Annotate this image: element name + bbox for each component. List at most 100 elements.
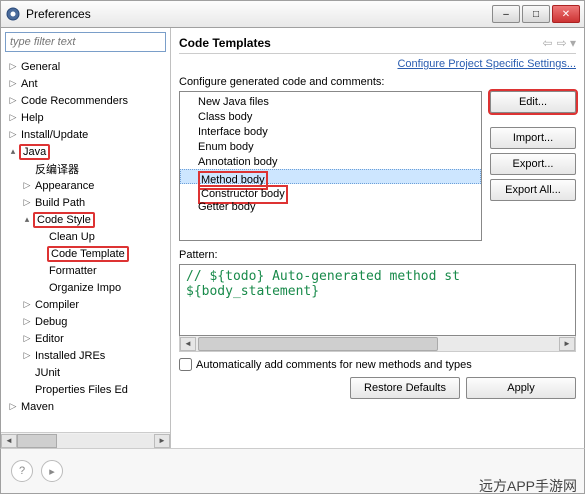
twisty-icon[interactable]: ▷ [7,78,19,90]
button-column: Edit... Import... Export... Export All..… [490,91,576,241]
tree-node[interactable]: ▴Code Style [19,211,170,228]
twisty-icon[interactable]: ▷ [21,316,33,328]
tree-node-label: General [19,61,62,73]
tree-hscrollbar[interactable]: ◄ ► [1,432,170,448]
list-item[interactable]: Annotation body [180,154,481,169]
scroll-thumb[interactable] [198,337,438,351]
export-button[interactable]: Export... [490,153,576,175]
tree-node-label: Editor [33,333,66,345]
tree-node[interactable]: ▷Install/Update [5,126,170,143]
tree-node-label: Ant [19,78,40,90]
list-item[interactable]: Getter body [180,199,481,214]
list-item[interactable]: Interface body [180,124,481,139]
pattern-label: Pattern: [179,249,576,261]
tree-node-label: Help [19,112,46,124]
pattern-hscrollbar[interactable]: ◄ ► [179,336,576,352]
content-area: ▷General▷Ant▷Code Recommenders▷Help▷Inst… [0,28,585,448]
tree-node[interactable]: Properties Files Ed [19,381,170,398]
twisty-icon[interactable]: ▷ [21,180,33,192]
tree-node[interactable]: ▷Build Path [19,194,170,211]
list-item[interactable]: Constructor body [180,184,481,199]
filter-input[interactable] [5,32,166,52]
auto-comments-checkbox[interactable] [179,358,192,371]
watermark: 远方APP手游网 [479,476,577,496]
tree-node-label: Maven [19,401,56,413]
twisty-icon[interactable]: ▷ [21,299,33,311]
close-button[interactable]: ✕ [552,5,580,23]
tree-node-label: Installed JREs [33,350,107,362]
list-item[interactable]: Enum body [180,139,481,154]
tree-node-label: Java [19,144,50,160]
tree-node[interactable]: ▷Code Recommenders [5,92,170,109]
tree-node-label: Appearance [33,180,96,192]
back-icon[interactable]: ⇦ [543,36,553,50]
twisty-icon[interactable]: ▷ [7,112,19,124]
preferences-tree-panel: ▷General▷Ant▷Code Recommenders▷Help▷Inst… [1,28,171,448]
twisty-blank [35,282,47,294]
twisty-blank [35,248,47,260]
titlebar: Preferences – □ ✕ [0,0,585,28]
twisty-icon[interactable]: ▴ [21,214,33,226]
scroll-left-icon[interactable]: ◄ [180,337,196,351]
tree-node[interactable]: Formatter [33,262,170,279]
tree-node[interactable]: ▴Java [5,143,170,160]
tree-node[interactable]: ▷Editor [19,330,170,347]
window-controls: – □ ✕ [492,5,580,23]
tree-node[interactable]: Organize Impo [33,279,170,296]
import-button[interactable]: Import... [490,127,576,149]
tree-node[interactable]: ▷General [5,58,170,75]
tree-node-label: Formatter [47,265,99,277]
scroll-right-icon[interactable]: ► [154,434,170,448]
tree-node-label: Build Path [33,197,87,209]
twisty-icon[interactable]: ▷ [21,333,33,345]
twisty-icon[interactable]: ▷ [7,129,19,141]
twisty-icon[interactable]: ▴ [7,146,19,158]
page-header: Code Templates ⇦ ⇨ ▾ [179,32,576,54]
scroll-track[interactable] [17,434,154,448]
tree-node-label: Properties Files Ed [33,384,130,396]
twisty-icon[interactable]: ▷ [7,401,19,413]
tree-scroll[interactable]: ▷General▷Ant▷Code Recommenders▷Help▷Inst… [1,56,170,432]
minimize-button[interactable]: – [492,5,520,23]
apply-button[interactable]: Apply [466,377,576,399]
templates-list[interactable]: New Java filesClass bodyInterface bodyEn… [179,91,482,241]
scroll-left-icon[interactable]: ◄ [1,434,17,448]
tree-node[interactable]: 反编译器 [19,160,170,177]
pattern-textarea[interactable]: // ${todo} Auto-generated method st ${bo… [179,264,576,336]
twisty-icon[interactable]: ▷ [7,61,19,73]
tree-node[interactable]: ▷Compiler [19,296,170,313]
edit-button[interactable]: Edit... [490,91,576,113]
tree-node[interactable]: Clean Up [33,228,170,245]
scroll-thumb[interactable] [17,434,57,448]
twisty-icon[interactable]: ▷ [7,95,19,107]
restore-defaults-button[interactable]: Restore Defaults [350,377,460,399]
scroll-track[interactable] [196,337,559,351]
export-all-button[interactable]: Export All... [490,179,576,201]
nav-arrows: ⇦ ⇨ ▾ [543,36,576,50]
run-button[interactable]: ▸ [41,460,63,482]
mid-row: New Java filesClass bodyInterface bodyEn… [179,91,576,241]
tree-node[interactable]: JUnit [19,364,170,381]
list-item[interactable]: Method body [180,169,481,184]
tree-node[interactable]: ▷Ant [5,75,170,92]
tree-node[interactable]: ▷Help [5,109,170,126]
project-settings-row: Configure Project Specific Settings... [179,58,576,70]
help-button[interactable]: ? [11,460,33,482]
twisty-icon[interactable]: ▷ [21,197,33,209]
scroll-right-icon[interactable]: ► [559,337,575,351]
tree-node[interactable]: ▷Maven [5,398,170,415]
list-item[interactable]: New Java files [180,94,481,109]
configure-project-link[interactable]: Configure Project Specific Settings... [397,58,576,70]
tree-node[interactable]: ▷Installed JREs [19,347,170,364]
twisty-blank [21,163,33,175]
list-item[interactable]: Class body [180,109,481,124]
tree-node[interactable]: ▷Debug [19,313,170,330]
maximize-button[interactable]: □ [522,5,550,23]
forward-icon[interactable]: ⇨ ▾ [557,36,576,50]
twisty-icon[interactable]: ▷ [21,350,33,362]
preferences-tree: ▷General▷Ant▷Code Recommenders▷Help▷Inst… [1,58,170,415]
tree-node-label: Organize Impo [47,282,123,294]
auto-comments-label: Automatically add comments for new metho… [196,359,472,371]
tree-node[interactable]: Code Template [33,245,170,262]
tree-node[interactable]: ▷Appearance [19,177,170,194]
